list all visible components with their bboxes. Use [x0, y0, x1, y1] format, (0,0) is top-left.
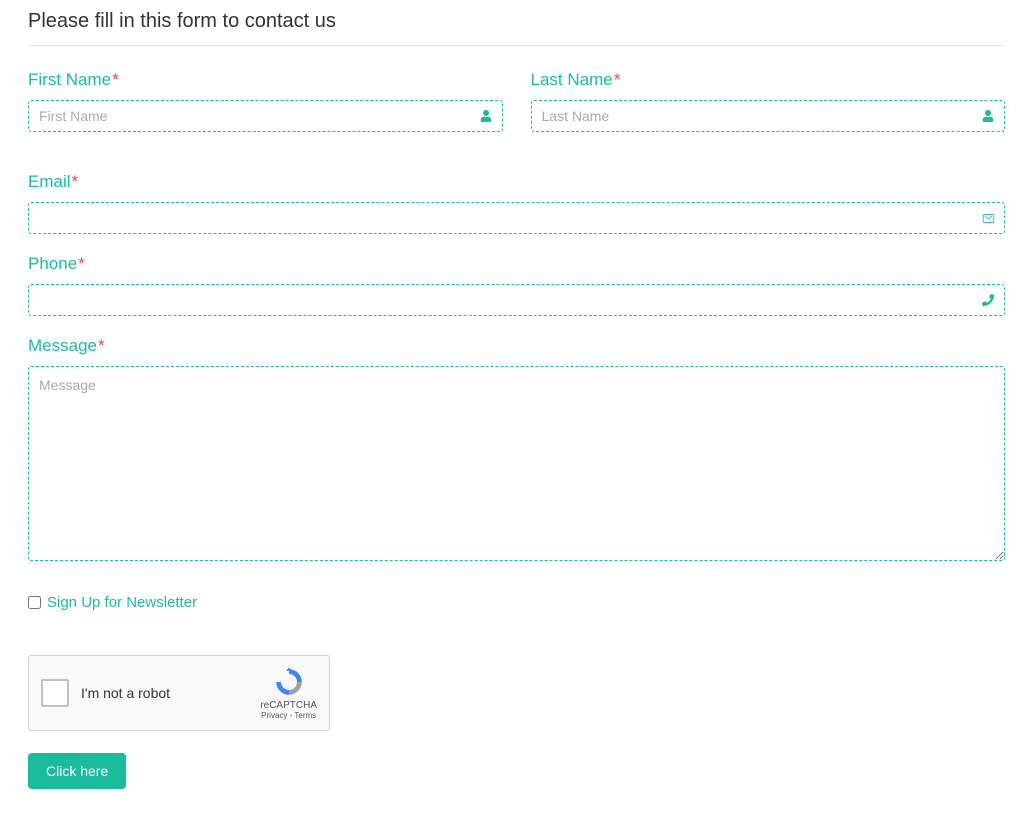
- message-textarea[interactable]: [28, 366, 1005, 561]
- required-mark: *: [112, 70, 119, 89]
- phone-label: Phone*: [28, 254, 1005, 274]
- recaptcha-brand-text: reCAPTCHA: [260, 700, 317, 711]
- email-label: Email*: [28, 172, 1005, 192]
- last-name-label: Last Name*: [531, 70, 1006, 90]
- user-icon: [981, 109, 995, 123]
- recaptcha-widget: I'm not a robot reCAPTCHA Privacy - Term…: [28, 655, 330, 731]
- field-last-name: Last Name*: [531, 70, 1006, 132]
- first-name-label: First Name*: [28, 70, 503, 90]
- form-title: Please fill in this form to contact us: [28, 10, 1005, 46]
- recaptcha-branding: reCAPTCHA Privacy - Terms: [260, 666, 317, 720]
- field-email: Email*: [28, 172, 1005, 234]
- field-phone: Phone*: [28, 254, 1005, 316]
- first-name-input[interactable]: [28, 100, 503, 132]
- last-name-input[interactable]: [531, 100, 1006, 132]
- required-mark: *: [78, 254, 85, 273]
- recaptcha-icon: [273, 666, 305, 698]
- recaptcha-terms-text: Privacy - Terms: [261, 711, 316, 720]
- submit-button[interactable]: Click here: [28, 753, 126, 789]
- email-input[interactable]: [28, 202, 1005, 234]
- recaptcha-checkbox[interactable]: [41, 679, 69, 707]
- message-label-text: Message: [28, 336, 97, 355]
- newsletter-checkbox[interactable]: [28, 596, 41, 609]
- newsletter-field: Sign Up for Newsletter: [28, 594, 1005, 611]
- phone-icon: [981, 293, 995, 307]
- field-first-name: First Name*: [28, 70, 503, 132]
- envelope-icon: [981, 211, 995, 225]
- user-icon: [479, 109, 493, 123]
- email-label-text: Email: [28, 172, 71, 191]
- required-mark: *: [72, 172, 79, 191]
- field-message: Message*: [28, 336, 1005, 566]
- recaptcha-label: I'm not a robot: [81, 685, 260, 701]
- first-name-label-text: First Name: [28, 70, 111, 89]
- newsletter-label[interactable]: Sign Up for Newsletter: [47, 594, 197, 611]
- required-mark: *: [614, 70, 621, 89]
- last-name-label-text: Last Name: [531, 70, 613, 89]
- phone-label-text: Phone: [28, 254, 77, 273]
- phone-input[interactable]: [28, 284, 1005, 316]
- message-label: Message*: [28, 336, 1005, 356]
- required-mark: *: [98, 336, 105, 355]
